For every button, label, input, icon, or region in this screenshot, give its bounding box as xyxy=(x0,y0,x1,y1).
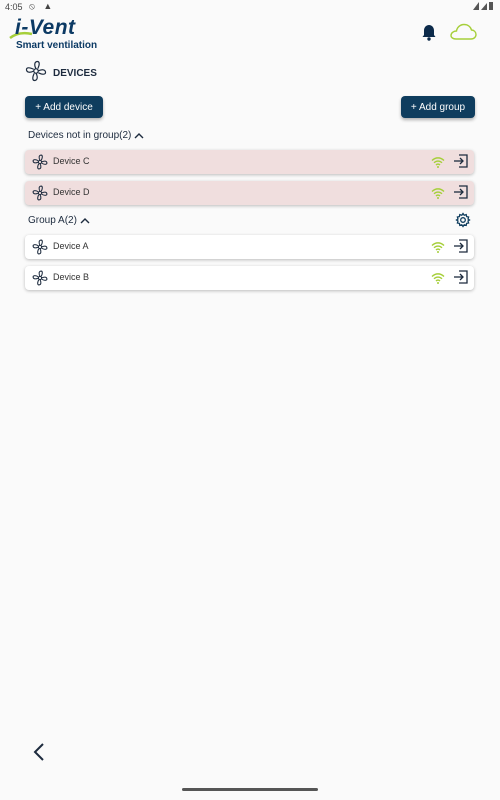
fan-icon xyxy=(32,270,48,291)
status-notification-icons: ⦸ ▲ xyxy=(29,1,56,11)
home-indicator[interactable] xyxy=(182,788,318,791)
exit-group-icon[interactable] xyxy=(453,153,469,174)
cloud-icon[interactable] xyxy=(449,23,477,46)
exit-group-icon[interactable] xyxy=(453,238,469,259)
status-time: 4:05 xyxy=(5,2,23,12)
fan-icon xyxy=(32,239,48,260)
add-device-button[interactable]: + Add device xyxy=(25,96,103,118)
device-row[interactable]: Device A xyxy=(25,235,474,259)
wifi-icon xyxy=(431,186,445,204)
back-arrow-icon[interactable] xyxy=(31,741,47,768)
page-title: DEVICES xyxy=(53,67,97,79)
device-row[interactable]: Device C xyxy=(25,150,474,174)
wifi-icon xyxy=(431,155,445,173)
status-bar: 4:05 ⦸ ▲ xyxy=(0,0,500,14)
ungrouped-section-header[interactable]: Devices not in group(2) xyxy=(28,127,144,143)
device-name: Device B xyxy=(53,272,90,282)
group-a-header[interactable]: Group A(2) xyxy=(28,212,90,228)
device-name: Device D xyxy=(53,187,90,197)
device-row[interactable]: Device B xyxy=(25,266,474,290)
device-row[interactable]: Device D xyxy=(25,181,474,205)
chevron-up-icon[interactable] xyxy=(134,132,144,139)
devices-section-title: DEVICES xyxy=(25,60,97,87)
status-right-icons xyxy=(472,1,494,13)
gear-icon[interactable] xyxy=(455,212,471,233)
exit-group-icon[interactable] xyxy=(453,184,469,205)
wifi-icon xyxy=(431,271,445,289)
group-title: Group A(2) xyxy=(28,214,77,226)
device-name: Device A xyxy=(53,241,89,251)
fan-icon xyxy=(25,60,47,87)
wifi-icon xyxy=(431,240,445,258)
signal-battery-icon xyxy=(473,2,493,10)
device-name: Device C xyxy=(53,156,90,166)
ungrouped-section-title: Devices not in group(2) xyxy=(28,129,132,141)
logo-brand: i-Vent xyxy=(15,16,76,39)
bell-icon[interactable] xyxy=(421,24,437,46)
app-header: i-Vent Smart ventilation xyxy=(0,14,500,54)
logo-tagline: Smart ventilation xyxy=(16,40,98,51)
exit-group-icon[interactable] xyxy=(453,269,469,290)
add-group-button[interactable]: + Add group xyxy=(401,96,475,118)
chevron-up-icon[interactable] xyxy=(80,217,90,224)
fan-icon xyxy=(32,154,48,175)
fan-icon xyxy=(32,185,48,206)
ivent-logo[interactable]: i-Vent Smart ventilation xyxy=(9,16,111,52)
